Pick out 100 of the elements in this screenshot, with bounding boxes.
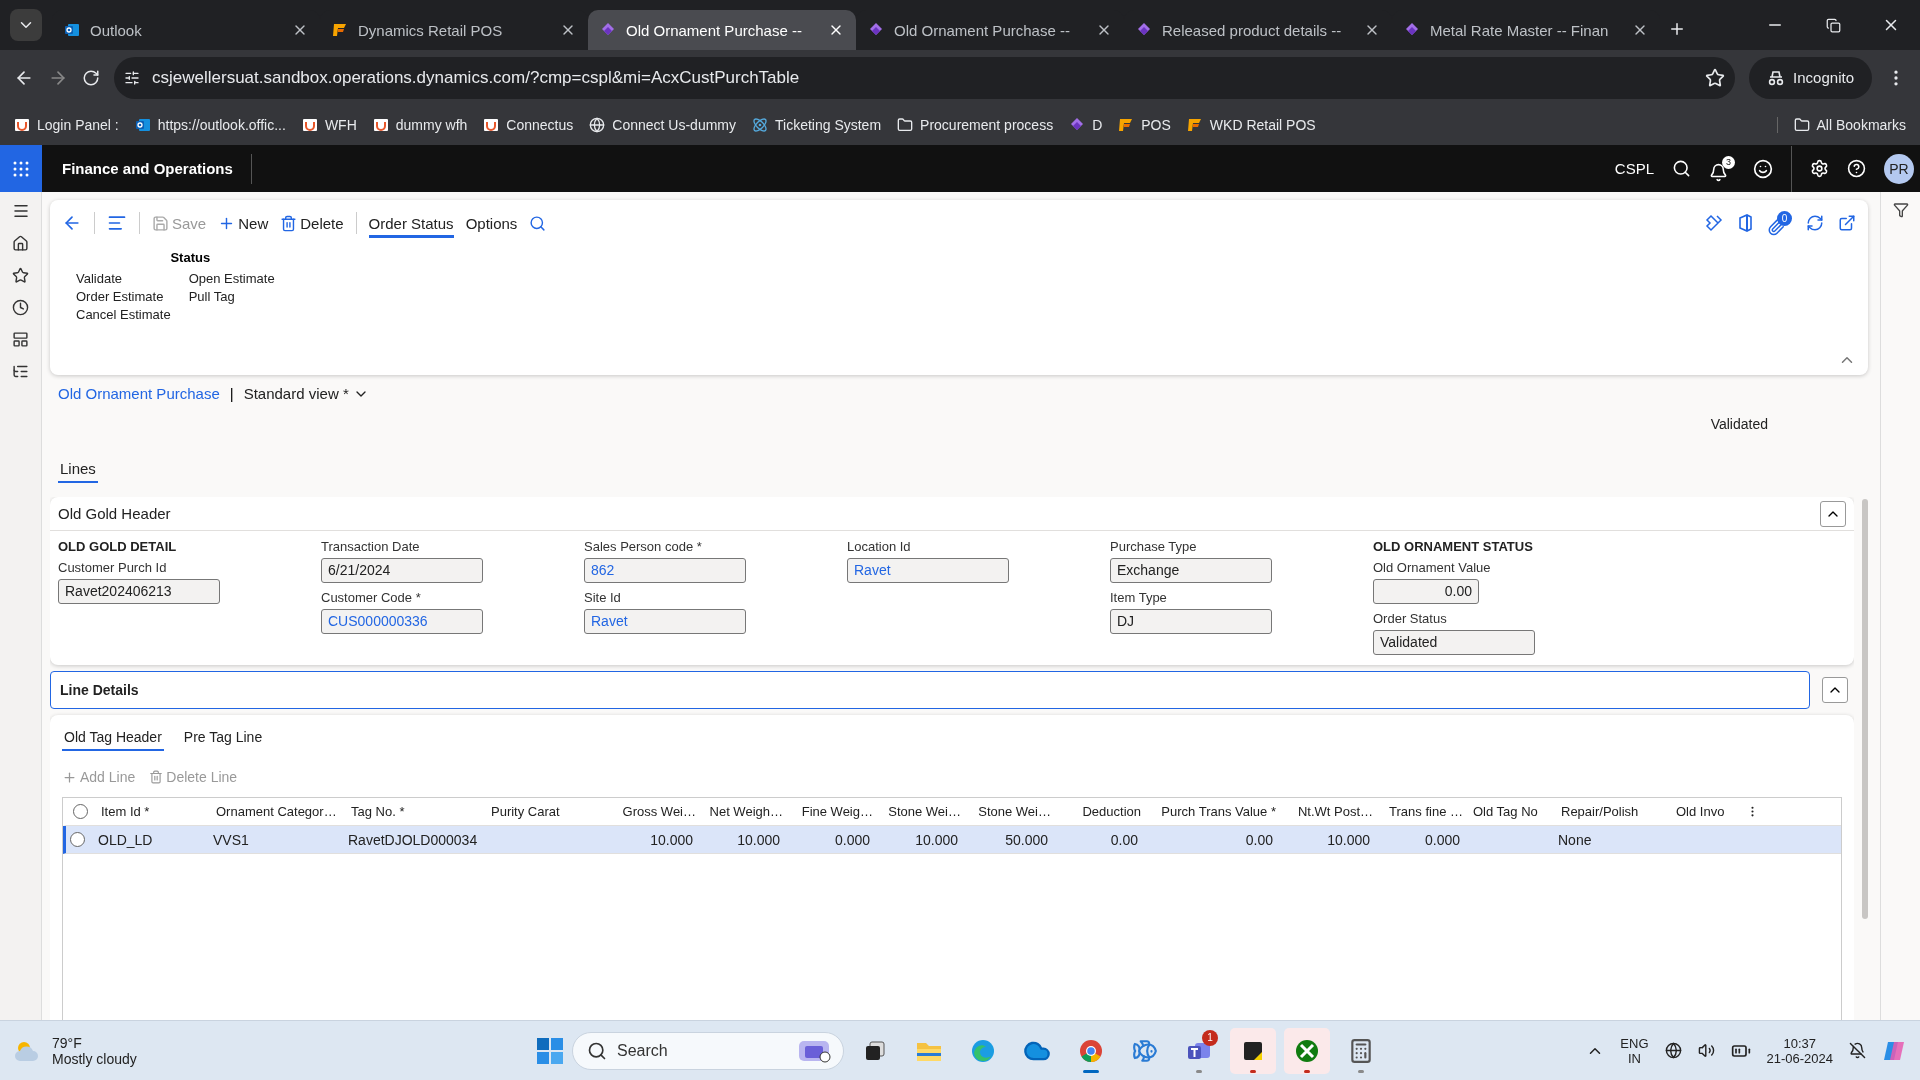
bookmark[interactable]: POS: [1118, 117, 1171, 133]
action-tab[interactable]: Options: [465, 208, 518, 238]
network-icon[interactable]: [1664, 1042, 1682, 1059]
bookmark[interactable]: Login Panel :: [14, 117, 119, 133]
taskbar-app[interactable]: 1: [1176, 1027, 1222, 1074]
bookmark-label: https://outlook.offic...: [157, 117, 286, 133]
collapse-button[interactable]: [1820, 500, 1846, 527]
column-header[interactable]: Net Weigh…: [701, 804, 788, 819]
menu-item[interactable]: Pull Tag: [188, 289, 275, 304]
menu-item[interactable]: Open Estimate: [188, 271, 275, 286]
home-icon[interactable]: [12, 235, 29, 252]
new-tab-icon[interactable]: [1668, 20, 1686, 38]
input-field[interactable]: Ravet: [847, 558, 1009, 583]
bookmark[interactable]: D: [1069, 117, 1103, 133]
column-header[interactable]: Ornament Categor…: [211, 804, 346, 819]
bookmark[interactable]: WKD Retail POS: [1186, 117, 1316, 133]
settings-icon[interactable]: [1810, 159, 1829, 178]
input-field[interactable]: Validated: [1373, 630, 1535, 655]
delete-button[interactable]: Delete: [280, 214, 344, 232]
collapse-button[interactable]: [1822, 677, 1848, 703]
input-field[interactable]: Exchange: [1110, 558, 1272, 583]
input-field[interactable]: DJ: [1110, 609, 1272, 634]
table-cell-text: 0.000: [833, 831, 871, 848]
tab[interactable]: Old Tag Header: [62, 723, 164, 751]
folder-icon: [1793, 117, 1810, 133]
clock[interactable]: 10:37 21-06-2024: [1766, 1035, 1833, 1066]
open-in-new-icon[interactable]: [1838, 214, 1856, 232]
column-header[interactable]: Tag No. *: [346, 804, 486, 819]
filter-icon[interactable]: [1892, 202, 1909, 218]
refresh-icon[interactable]: [1806, 214, 1824, 232]
reload-icon[interactable]: [82, 68, 100, 87]
bookmark[interactable]: dummy wfh: [372, 117, 468, 133]
grid-row[interactable]: OLD_LD VVS1 RavetDJOLD000034 10.000 10.000 0.000 10.000 50.000 0.00 0.00 10.000 0.000 None: [63, 826, 1841, 854]
column-header[interactable]: Nt.Wt Post…: [1281, 804, 1378, 819]
taskbar-app[interactable]: [1230, 1027, 1276, 1074]
company-picker[interactable]: CSPL: [1614, 160, 1654, 177]
menu-item[interactable]: Order Estimate: [76, 289, 171, 304]
form-link[interactable]: Old Ornament Purchase: [58, 385, 220, 402]
input-field[interactable]: Ravet202406213: [58, 579, 220, 604]
column-header[interactable]: Fine Weig…: [788, 804, 878, 819]
column-header[interactable]: Stone Wei…: [878, 804, 966, 819]
bookmark[interactable]: https://outlook.offic...: [134, 117, 286, 133]
input-field[interactable]: 862: [584, 558, 746, 583]
incognito-button[interactable]: Incognito: [1749, 56, 1872, 99]
language-indicator[interactable]: ENG IN: [1620, 1035, 1649, 1066]
scrollbar[interactable]: [1862, 499, 1868, 919]
new-button[interactable]: New: [218, 214, 269, 232]
column-header[interactable]: Repair/Polish: [1556, 804, 1671, 819]
list-icon[interactable]: [107, 213, 127, 233]
column-header[interactable]: Old Tag No: [1468, 804, 1556, 819]
diamond-icon[interactable]: [1705, 214, 1723, 232]
search-field[interactable]: Search: [572, 1031, 844, 1070]
volume-icon[interactable]: [1697, 1042, 1715, 1059]
menu-icon[interactable]: [11, 202, 30, 220]
view-selector[interactable]: Standard view *: [243, 385, 369, 402]
address-bar[interactable]: csjewellersuat.sandbox.operations.dynamics.com/?cmp=cspl&mi=AcxCustPurchTable: [114, 56, 1736, 99]
table-cell-text: 0.00: [1244, 831, 1274, 848]
column-header[interactable]: Stone Wei…: [966, 804, 1056, 819]
bookmark-star-icon[interactable]: [1705, 67, 1726, 88]
feedback-icon[interactable]: [1753, 158, 1773, 179]
browser-tab[interactable]: Old Ornament Purchase --: [588, 10, 856, 50]
field-label: Purchase Type: [1110, 539, 1198, 554]
list-icon[interactable]: [12, 363, 29, 380]
tab[interactable]: Pre Tag Line: [181, 723, 265, 751]
weather-widget[interactable]: 79°F Mostly cloudy: [12, 1034, 536, 1067]
column-header[interactable]: Trans fine …: [1378, 804, 1468, 819]
bookmark[interactable]: Ticketing System: [752, 117, 882, 133]
column-header[interactable]: Purch Trans Value *: [1146, 804, 1281, 819]
tab[interactable]: Lines: [58, 454, 98, 483]
input-field[interactable]: 6/21/2024: [321, 558, 483, 583]
notifications-icon[interactable]: [1849, 1042, 1866, 1059]
column-header[interactable]: Purity Carat: [486, 804, 616, 819]
menu-item[interactable]: Cancel Estimate: [76, 307, 171, 322]
workspace-icon[interactable]: [12, 331, 29, 348]
row-radio[interactable]: [70, 832, 85, 847]
clock-icon[interactable]: [12, 299, 29, 316]
tab-favicon-icon: [64, 22, 80, 38]
column-header[interactable]: Gross Wei…: [616, 804, 701, 819]
start-icon[interactable]: [536, 1036, 564, 1065]
select-all-radio[interactable]: [73, 804, 88, 819]
attachment-count: 0: [1777, 210, 1792, 226]
star-icon[interactable]: [12, 267, 29, 284]
input-field[interactable]: CUS000000336: [321, 609, 483, 634]
bookmark-icon: [14, 117, 30, 133]
column-header[interactable]: Old Invo: [1671, 804, 1746, 819]
input-field[interactable]: Ravet: [584, 609, 746, 634]
menu-item[interactable]: Validate: [76, 271, 171, 286]
column-header[interactable]: Item Id *: [96, 804, 211, 819]
column-header[interactable]: Deduction: [1056, 804, 1146, 819]
input-field[interactable]: 0.00: [1373, 579, 1479, 604]
section-header[interactable]: Line Details: [50, 671, 1810, 709]
bookmark[interactable]: Connectus: [483, 117, 574, 133]
bookmark[interactable]: WFH: [301, 117, 357, 133]
tab-search-button[interactable]: [10, 9, 42, 41]
all-bookmarks[interactable]: All Bookmarks: [1776, 117, 1906, 133]
help-icon[interactable]: [1847, 159, 1866, 178]
bookmark[interactable]: Connect Us-dummy: [589, 117, 736, 133]
search-icon[interactable]: [1672, 159, 1691, 178]
user-avatar[interactable]: PR: [1884, 153, 1914, 184]
action-tab[interactable]: Order Status: [368, 208, 454, 238]
